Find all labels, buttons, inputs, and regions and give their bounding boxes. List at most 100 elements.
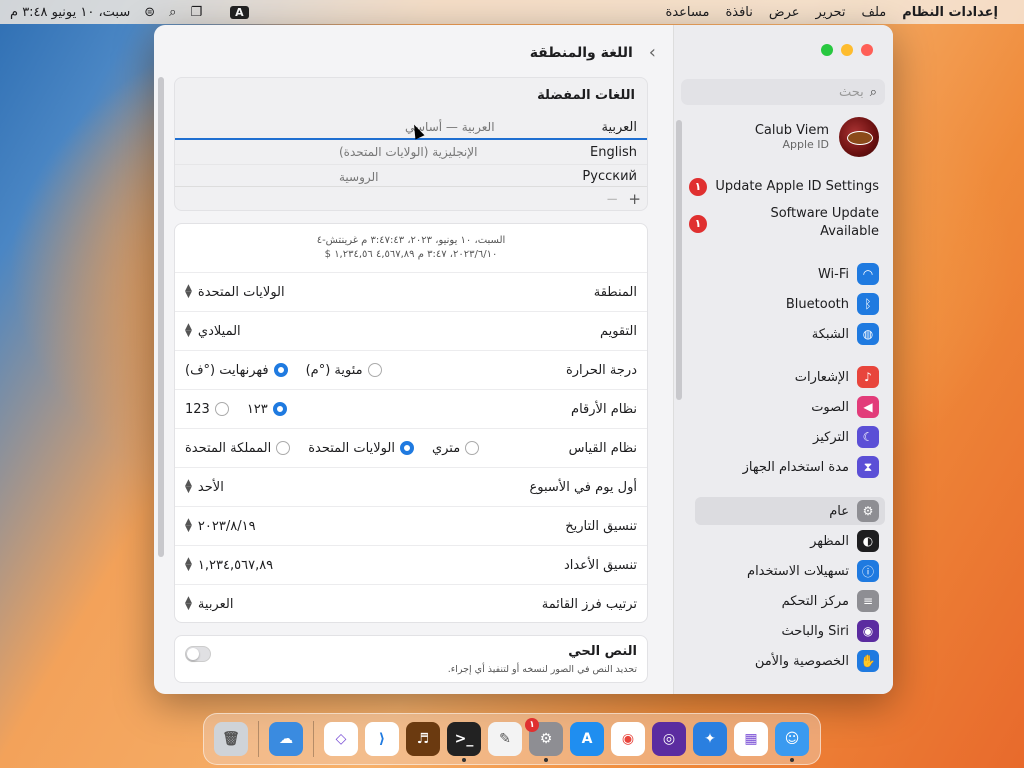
sidebar-item-bell[interactable]: ♪ الإشعارات	[693, 363, 879, 391]
dock-visual-studio-icon[interactable]: ◇	[324, 722, 358, 756]
sidebar-item-bluetooth[interactable]: ᛒ Bluetooth	[693, 290, 879, 318]
window-icon[interactable]: ❐	[190, 5, 202, 20]
uk-radio[interactable]: المملكة المتحدة	[185, 440, 291, 456]
dock-vscode-icon[interactable]: ⟩	[365, 722, 399, 756]
scrollbar[interactable]	[158, 77, 164, 557]
dock-chrome-icon[interactable]: ◉	[611, 722, 645, 756]
metric-radio[interactable]: متري	[431, 440, 480, 456]
menubar: إعدادات النظام ملف تحرير عرض نافذة مساعد…	[0, 0, 1024, 24]
fahrenheit-radio[interactable]: فهرنهايت (°ف)	[185, 363, 288, 378]
search-input[interactable]: ⌕ بحث	[681, 79, 885, 105]
number-format-value: ١,٢٣٤,٥٦٧,٨٩	[197, 557, 274, 573]
arabic-digits-label: ١٢٣	[246, 401, 268, 417]
celsius-radio[interactable]: مئوية (°م)	[306, 363, 382, 378]
language-name: Русский	[582, 169, 637, 184]
language-name: English	[590, 144, 637, 160]
dock-launchpad-icon[interactable]: ▦	[734, 722, 768, 756]
add-language-button[interactable]: +	[628, 190, 641, 208]
number-format-row: تنسيق الأعداد ١,٢٣٤,٥٦٧,٨٩ ▲ ▼	[175, 545, 647, 584]
stepper-icon: ▲ ▼	[185, 478, 192, 495]
us-radio[interactable]: الولايات المتحدة	[308, 441, 414, 456]
region-popup[interactable]: الولايات المتحدة ▲ ▼	[185, 283, 285, 300]
radio-selected-icon	[272, 402, 287, 416]
input-source-icon[interactable]: A	[230, 5, 249, 19]
sidebar-item-globe[interactable]: ◍ الشبكة	[693, 320, 879, 348]
profile-name: Calub Viem	[754, 123, 829, 138]
stepper-icon: ▲ ▼	[185, 283, 192, 300]
dock-separator	[258, 721, 259, 757]
alert-text: Update Apple ID Settings	[715, 179, 879, 194]
running-indicator	[544, 758, 548, 762]
dock-system-settings-icon[interactable]: ⚙ ١	[525, 718, 563, 762]
dock-finder-icon[interactable]: ☺	[775, 722, 809, 762]
menu-view[interactable]: عرض	[769, 5, 800, 20]
celsius-label: مئوية (°م)	[305, 362, 363, 378]
sidebar-item-control-center[interactable]: ≡ مركز التحكم	[693, 587, 879, 615]
sidebar-item-hourglass[interactable]: ⧗ مدة استخدام الجهاز	[693, 453, 879, 481]
sidebar-scrollbar[interactable]	[676, 120, 682, 400]
sidebar-item-gear[interactable]: ⚙ عام	[695, 497, 885, 525]
sidebar-item-wifi[interactable]: ◠ Wi-Fi	[693, 260, 879, 288]
sidebar-item-speaker[interactable]: ◀ الصوت	[693, 393, 879, 421]
menu-edit[interactable]: تحرير	[816, 5, 846, 20]
preferred-languages-card: اللغات المفضلة العربية العربية — أساسي E…	[174, 77, 648, 211]
dock-safari-icon[interactable]: ✦	[693, 722, 727, 756]
menu-window[interactable]: نافذة	[725, 5, 752, 20]
dock-app-store-icon[interactable]: A	[570, 722, 604, 756]
metric-label: متري	[431, 440, 461, 456]
live-text-toggle[interactable]	[185, 646, 211, 662]
alert-apple-id[interactable]: ١ Update Apple ID Settings	[689, 178, 879, 196]
zoom-button[interactable]	[821, 44, 833, 56]
calendar-popup[interactable]: الميلادي ▲ ▼	[185, 323, 241, 339]
radio-selected-icon	[399, 441, 414, 455]
temperature-label: درجة الحرارة	[565, 362, 637, 378]
number-format-popup[interactable]: ١,٢٣٤,٥٦٧,٨٩ ▲ ▼	[185, 557, 274, 573]
menu-file[interactable]: ملف	[862, 5, 887, 20]
clock[interactable]: سبت، ١٠ يونيو ٣:٤٨ م	[10, 5, 130, 20]
sidebar-item-moon[interactable]: ☾ التركيز	[693, 423, 879, 451]
alert-software-update[interactable]: ١ Software Update Available	[689, 205, 879, 241]
alert-text: Software Update Available	[770, 206, 879, 239]
date-format-popup[interactable]: ٢٠٢٣/٨/١٩ ▲ ▼	[185, 518, 256, 534]
first-day-popup[interactable]: الأحد ▲ ▼	[185, 478, 224, 495]
dock-instruments-icon[interactable]: ♬	[406, 722, 440, 756]
uk-label: المملكة المتحدة	[185, 440, 272, 456]
globe-icon: ◍	[857, 323, 879, 345]
first-day-label: أول يوم في الأسبوع	[529, 479, 637, 495]
appearance-icon: ◐	[857, 530, 879, 552]
language-row[interactable]: English الإنجليزية (الولايات المتحدة)	[175, 140, 647, 164]
apple-id-profile[interactable]: Calub Viem Apple ID	[755, 117, 879, 157]
language-row[interactable]: Русский الروسية	[175, 164, 647, 188]
menu-app-name[interactable]: إعدادات النظام	[902, 5, 998, 20]
sidebar-item-accessibility[interactable]: ⓘ تسهيلات الاستخدام	[693, 557, 879, 585]
dock-firefox-icon[interactable]: ◎	[652, 722, 686, 756]
dock-weather-icon[interactable]: ☁	[269, 722, 303, 756]
avatar	[839, 117, 879, 157]
back-chevron-icon[interactable]: ›	[649, 42, 656, 63]
control-center-icon[interactable]: ⊜	[144, 5, 155, 20]
minimize-button[interactable]	[841, 44, 853, 56]
sidebar-item-appearance[interactable]: ◐ المظهر	[693, 527, 879, 555]
hourglass-icon: ⧗	[857, 456, 879, 478]
list-sort-popup[interactable]: العربية ▲ ▼	[185, 596, 233, 612]
sidebar-item-label: التركيز	[813, 429, 849, 445]
dock-terminal-icon[interactable]: >_	[447, 722, 481, 762]
calendar-row: التقويم الميلادي ▲ ▼	[175, 311, 647, 350]
speaker-icon: ◀	[857, 396, 879, 418]
remove-language-button[interactable]: −	[606, 190, 619, 208]
dock-textedit-icon[interactable]: ✎	[488, 722, 522, 756]
search-icon[interactable]: ⌕	[169, 5, 176, 20]
sidebar-item-label: Siri والباحث	[781, 623, 850, 639]
menu-help[interactable]: مساعدة	[666, 5, 710, 20]
dock-trash-icon[interactable]: 🗑	[214, 722, 248, 756]
sidebar-item-label: Wi-Fi	[817, 266, 849, 282]
sidebar-item-siri[interactable]: ◉ Siri والباحث	[693, 617, 879, 645]
region-row: المنطقة الولايات المتحدة ▲ ▼	[175, 272, 647, 311]
latin-digits-radio[interactable]: 123	[185, 402, 229, 417]
radio-icon	[214, 402, 229, 416]
numbers-label: نظام الأرقام	[571, 401, 637, 417]
sidebar-item-hand[interactable]: ✋ الخصوصية والأمن	[693, 647, 879, 675]
arabic-digits-radio[interactable]: ١٢٣	[247, 402, 287, 417]
close-button[interactable]	[861, 44, 873, 56]
live-text-desc: تحديد النص في الصور لنسخه أو لتنفيذ أي إ…	[447, 664, 637, 675]
